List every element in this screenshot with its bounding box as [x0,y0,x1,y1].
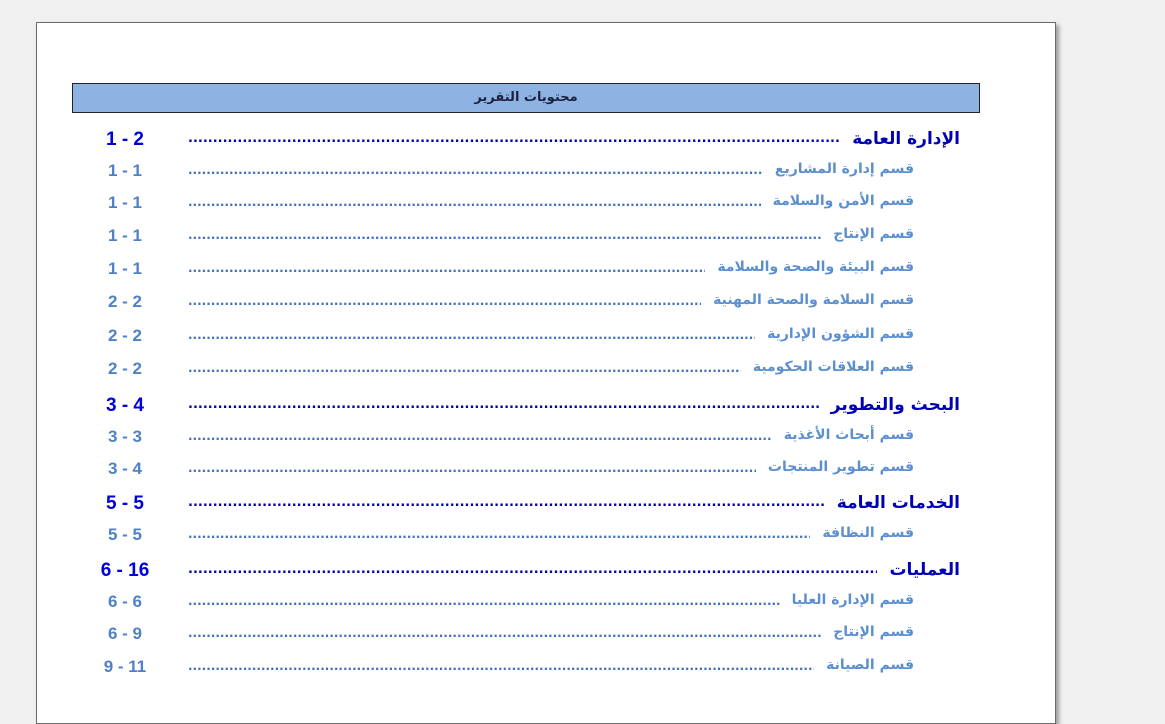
toc-dot-leader: ........................................… [188,294,701,308]
toc-subsection-entry[interactable]: قسم أبحاث الأغذية 3 - 3..................… [37,427,1055,453]
toc-header: محتويات التقرير [72,83,980,113]
toc-entry-title: قسم البيئة والصحة والسلامة [717,259,914,275]
toc-entry-pages: 1 - 1 [107,161,143,180]
toc-subsection-entry[interactable]: قسم إدارة المشاريع 1 - 1.................… [37,161,1055,187]
toc-subsection-entry[interactable]: قسم الصيانة 9 - 11.......................… [37,657,1055,683]
toc-subsection-entry[interactable]: قسم تطوير المنتجات 3 - 4.................… [37,459,1055,485]
toc-entry-title: قسم إدارة المشاريع [774,161,914,177]
toc-entry-title: الخدمات العامة [836,493,960,513]
toc-dot-leader: ........................................… [188,328,756,342]
toc-subsection-entry[interactable]: قسم الإنتاج 6 - 9........................… [37,624,1055,650]
toc-dot-leader: ........................................… [188,228,821,242]
toc-entry-pages: 5 - 5 [107,525,143,544]
toc-dot-leader: ........................................… [188,261,705,275]
toc-entry-pages: 1 - 2 [105,129,145,150]
toc-subsection-entry[interactable]: قسم الإنتاج 1 - 1........................… [37,226,1055,252]
toc-entry-pages: 1 - 1 [107,193,143,212]
toc-dot-leader: ........................................… [188,594,780,608]
toc-entry-title: الإدارة العامة [852,129,960,149]
toc-dot-leader: ........................................… [188,527,811,541]
toc-entry-pages: 2 - 2 [107,326,143,345]
toc-entry-title: قسم النظافة [822,525,914,541]
toc-dot-leader: ........................................… [188,361,741,375]
toc-subsection-entry[interactable]: قسم العلاقات الحكومية 2 - 2..............… [37,359,1055,385]
toc-entry-pages: 6 - 9 [107,624,143,643]
toc-dot-leader: ........................................… [188,495,825,510]
toc-entry-title: قسم الإنتاج [833,226,914,242]
toc-dot-leader: ........................................… [188,163,763,177]
toc-section-entry[interactable]: البحث والتطوير 3 - 4.....................… [37,395,1055,421]
toc-subsection-entry[interactable]: قسم الأمن والسلامة 1 - 1.................… [37,193,1055,219]
toc-dot-leader: ........................................… [188,659,814,673]
document-page: محتويات التقرير الإدارة العامة 1 - 2.....… [36,22,1056,724]
toc-entry-pages: 3 - 4 [107,459,143,478]
toc-subsection-entry[interactable]: قسم البيئة والصحة والسلامة 1 - 1.........… [37,259,1055,285]
toc-dot-leader: ........................................… [188,626,821,640]
toc-entry-pages: 3 - 3 [107,427,143,446]
toc-entry-title: العمليات [889,560,960,580]
toc-entry-title: قسم الأمن والسلامة [772,193,914,209]
toc-entry-pages: 1 - 1 [107,226,143,245]
toc-section-entry[interactable]: الخدمات العامة 5 - 5.....................… [37,493,1055,519]
toc-entry-pages: 2 - 2 [107,292,143,311]
toc-entry-title: قسم الصيانة [826,657,914,673]
toc-entry-title: قسم أبحاث الأغذية [783,427,914,443]
toc-dot-leader: ........................................… [188,429,772,443]
toc-entry-pages: 6 - 16 [100,560,150,581]
toc-dot-leader: ........................................… [188,461,756,475]
toc-dot-leader: ........................................… [188,131,840,146]
toc-section-entry[interactable]: الإدارة العامة 1 - 2.....................… [37,129,1055,155]
toc-subsection-entry[interactable]: قسم الشؤون الإدارية 2 - 2................… [37,326,1055,352]
toc-entry-title: قسم الإنتاج [833,624,914,640]
toc-subsection-entry[interactable]: قسم السلامة والصحة المهنية 2 - 2.........… [37,292,1055,318]
toc-entry-pages: 9 - 11 [103,657,147,676]
toc-entry-pages: 3 - 4 [105,395,145,416]
toc-entry-title: قسم السلامة والصحة المهنية [713,292,914,308]
toc-entry-title: قسم الإدارة العليا [791,592,914,608]
toc-entry-title: قسم تطوير المنتجات [767,459,914,475]
toc-entry-pages: 2 - 2 [107,359,143,378]
toc-dot-leader: ........................................… [188,195,761,209]
toc-entry-pages: 1 - 1 [107,259,143,278]
toc-section-entry[interactable]: العمليات 6 - 16..........................… [37,560,1055,586]
toc-dot-leader: ........................................… [188,562,877,577]
toc-entry-pages: 5 - 5 [105,493,145,514]
toc-entry-title: قسم الشؤون الإدارية [767,326,914,342]
toc-entry-title: قسم العلاقات الحكومية [752,359,914,375]
toc-subsection-entry[interactable]: قسم الإدارة العليا 6 - 6.................… [37,592,1055,618]
toc-entry-pages: 6 - 6 [107,592,143,611]
toc-subsection-entry[interactable]: قسم النظافة 5 - 5........................… [37,525,1055,551]
toc-entry-title: البحث والتطوير [830,395,960,415]
toc-dot-leader: ........................................… [188,397,819,412]
